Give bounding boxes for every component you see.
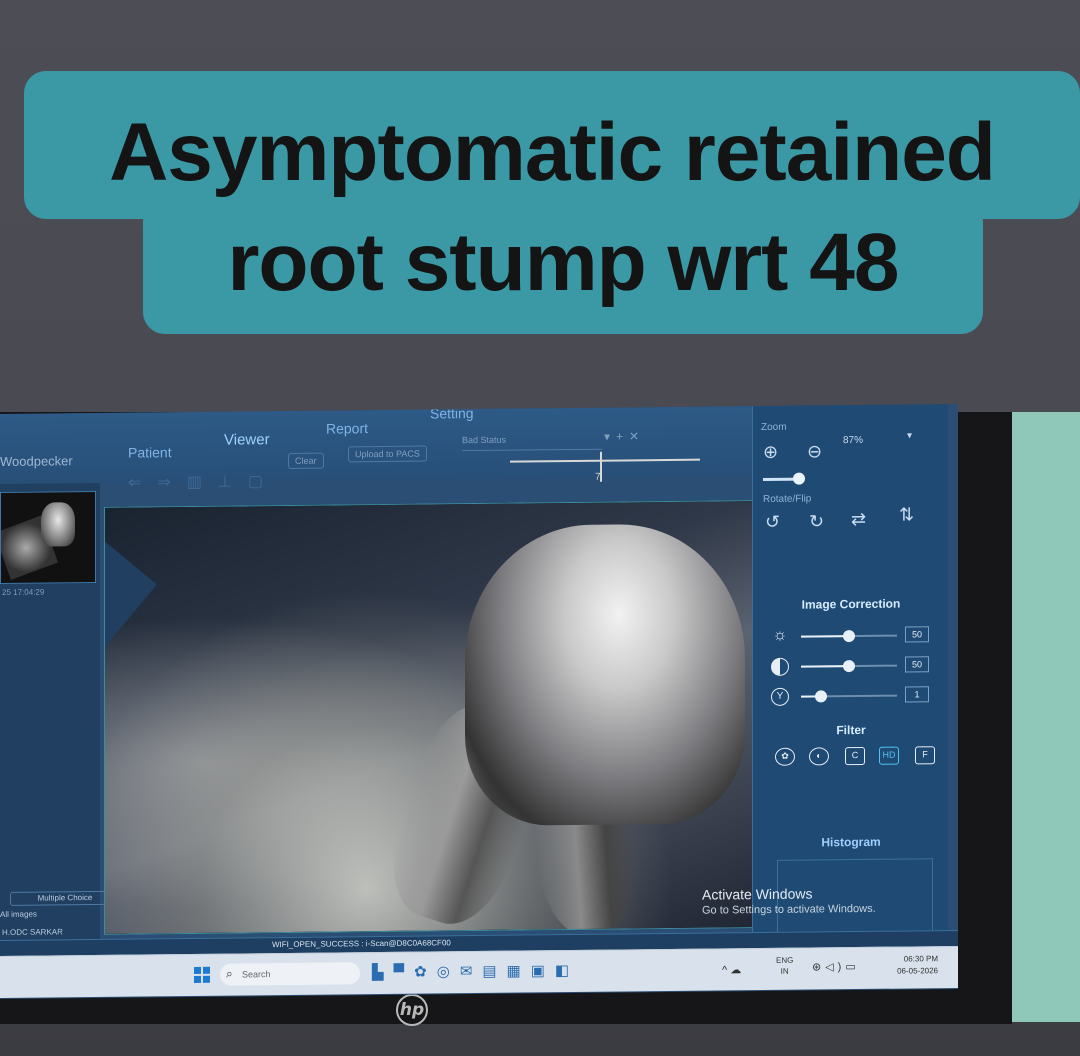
filter-hd-button[interactable]: HD [879, 746, 899, 765]
brightness-fill [801, 635, 849, 638]
window-controls[interactable]: ▾+✕ [604, 429, 645, 443]
brightness-slider[interactable] [843, 630, 855, 643]
taskbar-search[interactable]: Search [220, 962, 360, 986]
tab-patient[interactable]: Patient [128, 444, 172, 460]
background-wall [1000, 412, 1080, 1022]
viewer-slider-value: 7 [595, 471, 601, 483]
wifi-status-text: WIFI_OPEN_SUCCESS : i-Scan@D8C0A68CF00 [272, 938, 451, 950]
contrast-fill [801, 665, 849, 668]
clear-button[interactable]: Clear [288, 452, 324, 469]
tab-viewer[interactable]: Viewer [224, 431, 270, 448]
palette-filter-icon[interactable]: ✿ [775, 747, 795, 766]
upload-pacs-button[interactable]: Upload to PACS [348, 445, 427, 463]
rotate-flip-label: Rotate/Flip [763, 493, 812, 506]
sharpen-filter-icon[interactable]: ◐ [809, 747, 829, 766]
filter-c-button[interactable]: C [845, 746, 865, 766]
windows-start-icon[interactable] [194, 966, 210, 983]
network-volume-battery-icons[interactable]: ⊛◁)▭ [812, 960, 860, 973]
taskbar-clock[interactable]: 06:30 PM 06-05-2026 [880, 953, 938, 978]
toolbar-icons[interactable]: ⇐⇒▥⊥▢ [128, 471, 279, 493]
tab-bar: Woodpecker Patient Viewer Report Setting… [0, 405, 760, 492]
rotate-left-icon[interactable]: ↺ [765, 512, 780, 533]
gamma-slider[interactable] [815, 690, 827, 703]
right-tool-panel: Zoom ⊕ ⊖ 87% ▾ Rotate/Flip ↺ ↻ ⇄ ⇅ Image… [752, 404, 948, 967]
contrast-value[interactable]: 50 [905, 656, 929, 673]
lang-region: IN [780, 966, 789, 976]
contrast-icon [771, 657, 789, 676]
caption-line-1: Asymptomatic retained [109, 107, 996, 198]
zoom-out-icon[interactable]: ⊖ [807, 441, 822, 462]
clock-date: 06-05-2026 [897, 966, 938, 976]
status-select[interactable]: Bad Status [462, 433, 602, 452]
activate-windows-subtitle: Go to Settings to activate Windows. [702, 902, 876, 917]
photo-frame: Asymptomatic retained root stump wrt 48 … [0, 0, 1080, 1056]
tab-report[interactable]: Report [326, 420, 368, 436]
thumbnail-panel: 25 17:04:29 [0, 482, 100, 944]
taskbar-app-icons[interactable]: ▙▀✿◎✉▤▦▣◧ [372, 961, 579, 981]
activate-windows-title: Activate Windows [702, 885, 813, 903]
tray-chevron-icon[interactable]: ^ ☁ [722, 963, 741, 976]
filter-title: Filter [836, 722, 866, 738]
zoom-value: 87% [843, 434, 864, 447]
caption-line-2: root stump wrt 48 [227, 217, 900, 308]
tab-setting[interactable]: Setting [430, 405, 474, 421]
zoom-slider-handle[interactable] [793, 472, 805, 485]
xray-viewer[interactable] [104, 500, 760, 935]
thumbnail-date: 25 17:04:29 [2, 587, 45, 597]
zoom-dropdown-icon[interactable]: ▾ [907, 430, 912, 441]
xray-tooth-crown [465, 523, 745, 827]
gamma-icon: Y [771, 687, 789, 706]
screen: Woodpecker Patient Viewer Report Setting… [0, 403, 958, 999]
lang-code: ENG [776, 955, 794, 965]
doctor-label: H.ODC SARKAR [2, 927, 63, 937]
language-indicator[interactable]: ENG IN [776, 955, 793, 977]
clock-time: 06:30 PM [903, 954, 938, 964]
gamma-value[interactable]: 1 [905, 686, 929, 703]
image-correction-title: Image Correction [801, 596, 901, 612]
xray-thumbnail[interactable] [0, 490, 96, 584]
images-select[interactable]: All images [0, 909, 110, 924]
windows-taskbar: Search ▙▀✿◎✉▤▦▣◧ ^ ☁ ENG IN ⊛◁)▭ 06:30 P… [0, 945, 958, 998]
filter-f-button[interactable]: F [915, 746, 935, 765]
rotate-right-icon[interactable]: ↻ [809, 511, 824, 532]
histogram-title: Histogram [821, 834, 881, 850]
brightness-value[interactable]: 50 [905, 626, 929, 643]
contrast-slider[interactable] [843, 660, 855, 673]
zoom-label: Zoom [761, 421, 787, 434]
flip-vertical-icon[interactable]: ⇅ [899, 504, 914, 525]
hp-logo: hp [396, 994, 428, 1026]
app-title: Woodpecker [0, 453, 73, 469]
zoom-in-icon[interactable]: ⊕ [763, 442, 778, 463]
flip-horizontal-icon[interactable]: ⇄ [851, 509, 866, 530]
sun-icon: ☼ [772, 626, 788, 644]
